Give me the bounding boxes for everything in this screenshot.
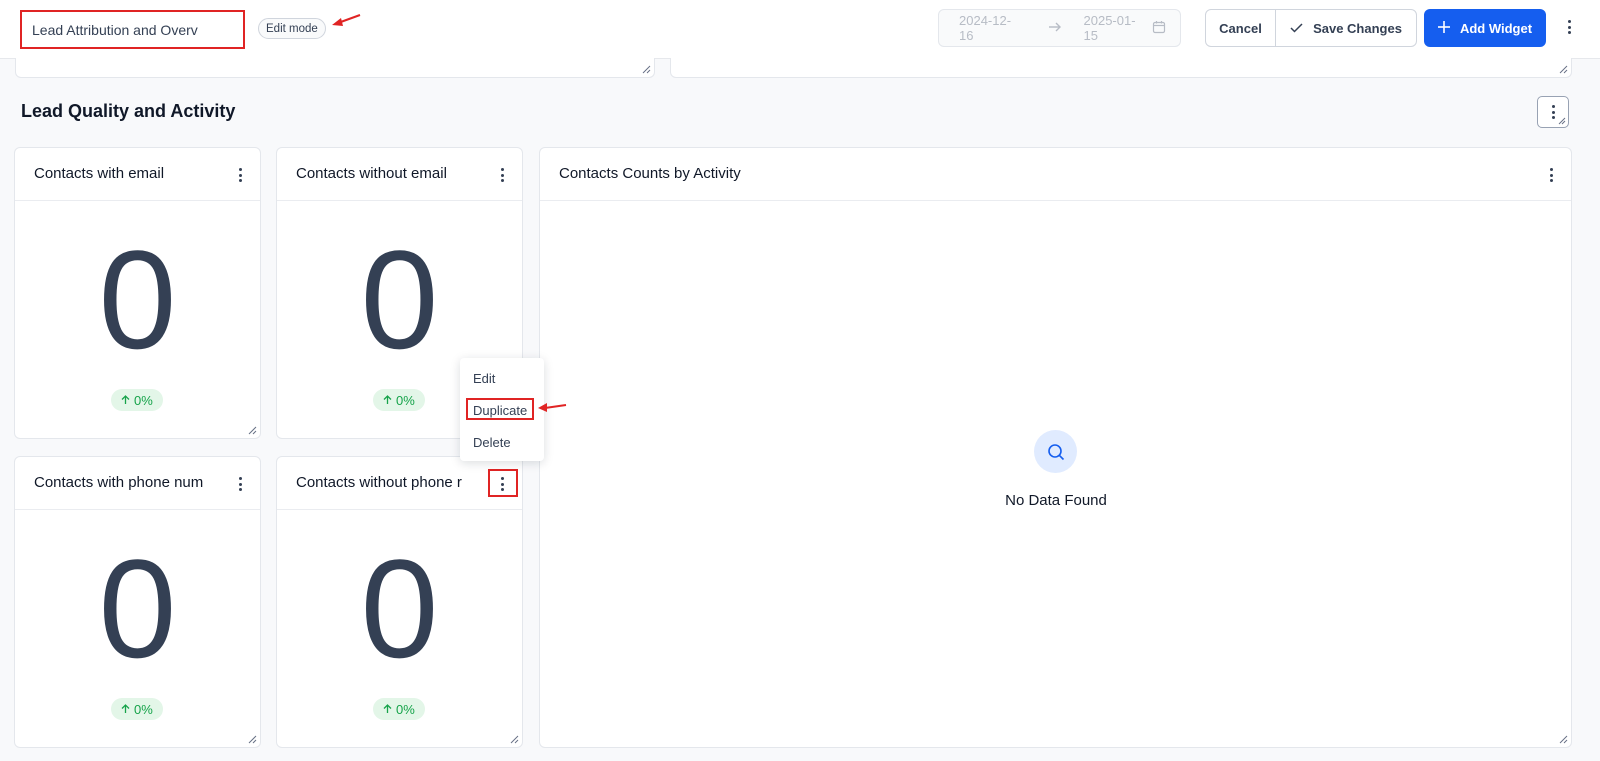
card-title: Contacts without email xyxy=(296,165,447,182)
delta-value: 0% xyxy=(396,392,415,408)
kebab-icon[interactable] xyxy=(233,166,247,184)
previous-widget-right xyxy=(670,58,1572,78)
card-header: Contacts with phone num xyxy=(15,457,260,510)
annotation-arrow xyxy=(332,14,361,26)
section-title: Lead Quality and Activity xyxy=(21,101,236,121)
metric-value: 0 xyxy=(360,530,439,687)
kebab-icon[interactable] xyxy=(495,166,509,184)
menu-item-edit[interactable]: Edit xyxy=(473,371,495,386)
resize-handle-icon[interactable] xyxy=(641,64,651,74)
arrow-right-icon xyxy=(1048,21,1062,36)
resize-handle-icon[interactable] xyxy=(1557,116,1566,125)
resize-handle-icon[interactable] xyxy=(1558,734,1568,744)
calendar-icon xyxy=(1152,20,1166,37)
card-title: Contacts Counts by Activity xyxy=(559,165,741,182)
metric-value: 0 xyxy=(98,530,177,687)
delta-value: 0% xyxy=(134,392,153,408)
menu-item-delete[interactable]: Delete xyxy=(473,435,511,450)
card-header: Contacts without phone r xyxy=(277,457,522,510)
empty-state-text: No Data Found xyxy=(1005,492,1107,509)
metric-value: 0 xyxy=(360,221,439,378)
search-icon xyxy=(1034,430,1077,473)
arrow-up-icon xyxy=(121,702,130,717)
delta-badge: 0% xyxy=(111,389,163,411)
top-bar: Lead Attribution and Overv Edit mode 202… xyxy=(0,0,1600,59)
resize-handle-icon[interactable] xyxy=(1558,64,1568,74)
more-options-kebab-icon[interactable] xyxy=(1562,18,1576,36)
metric-card: Contacts without phone r 0 0% xyxy=(276,456,523,748)
save-changes-button[interactable]: Save Changes xyxy=(1276,10,1416,46)
annotation-highlight xyxy=(466,398,534,420)
resize-handle-icon[interactable] xyxy=(247,425,257,435)
card-title: Contacts with phone num xyxy=(34,474,204,491)
add-widget-label: Add Widget xyxy=(1459,20,1533,36)
card-header: Contacts Counts by Activity xyxy=(540,148,1571,201)
check-icon xyxy=(1290,21,1303,36)
delta-badge: 0% xyxy=(373,698,425,720)
resize-handle-icon[interactable] xyxy=(247,734,257,744)
metric-card: Contacts with phone num 0 0% xyxy=(14,456,261,748)
kebab-icon[interactable] xyxy=(233,475,247,493)
previous-widget-left xyxy=(15,58,655,78)
dashboard-title-input[interactable]: Lead Attribution and Overv xyxy=(20,10,245,49)
annotation-highlight xyxy=(488,469,518,497)
edit-mode-badge: Edit mode xyxy=(258,18,326,39)
arrow-up-icon xyxy=(383,702,392,717)
card-title: Contacts without phone r xyxy=(296,474,462,491)
annotation-arrow xyxy=(538,403,567,412)
kebab-icon[interactable] xyxy=(1544,166,1558,184)
date-end: 2025-01-15 xyxy=(1083,13,1136,43)
add-widget-button[interactable]: Add Widget xyxy=(1424,9,1546,47)
delta-badge: 0% xyxy=(373,389,425,411)
delta-value: 0% xyxy=(134,701,153,717)
date-range-picker[interactable]: 2024-12-16 2025-01-15 xyxy=(938,9,1181,47)
save-changes-label: Save Changes xyxy=(1313,20,1402,36)
card-header: Contacts with email xyxy=(15,148,260,201)
resize-handle-icon[interactable] xyxy=(509,734,519,744)
card-title: Contacts with email xyxy=(34,165,165,182)
date-start: 2024-12-16 xyxy=(959,13,1012,43)
cancel-button[interactable]: Cancel xyxy=(1206,10,1276,46)
card-header: Contacts without email xyxy=(277,148,522,201)
delta-value: 0% xyxy=(396,701,415,717)
section-menu-button[interactable] xyxy=(1537,96,1569,128)
arrow-up-icon xyxy=(383,393,392,408)
edit-action-group: Cancel Save Changes xyxy=(1205,9,1417,47)
metric-value: 0 xyxy=(98,221,177,378)
arrow-up-icon xyxy=(121,393,130,408)
delta-badge: 0% xyxy=(111,698,163,720)
metric-card: Contacts with email 0 0% xyxy=(14,147,261,439)
plus-icon xyxy=(1437,20,1450,36)
